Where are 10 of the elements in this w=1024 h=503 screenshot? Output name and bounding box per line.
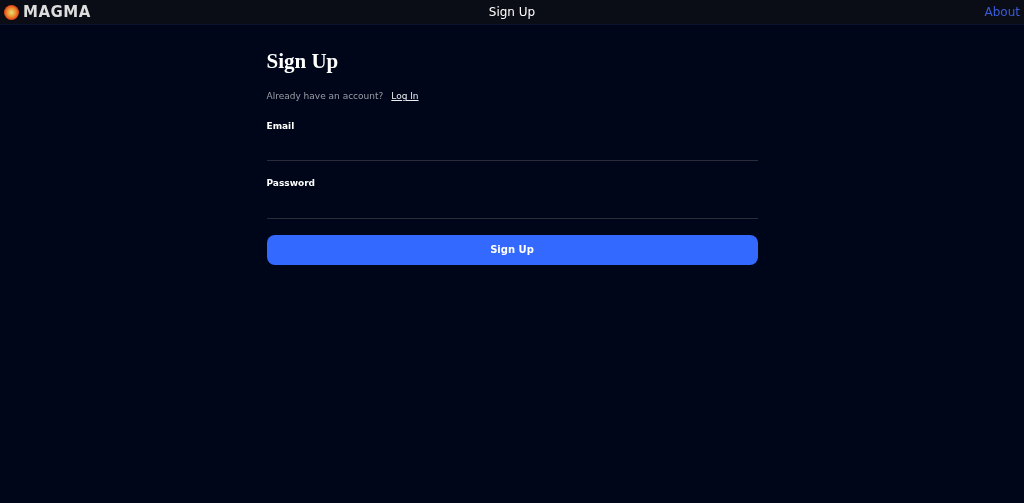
field-label: Email [266, 119, 296, 133]
brand-name: MAGMA [23, 1, 91, 23]
page-title: Sign Up [488, 4, 536, 21]
form-heading: Sign Up [266, 49, 340, 75]
field-label: Password [266, 177, 317, 191]
about-link[interactable]: About [984, 3, 1020, 21]
account-prompt: Already have an account? [266, 90, 384, 104]
logo-icon [4, 4, 19, 20]
login-link[interactable]: Log In [391, 90, 419, 104]
sign-up-button[interactable]: Sign Up [266, 234, 758, 265]
